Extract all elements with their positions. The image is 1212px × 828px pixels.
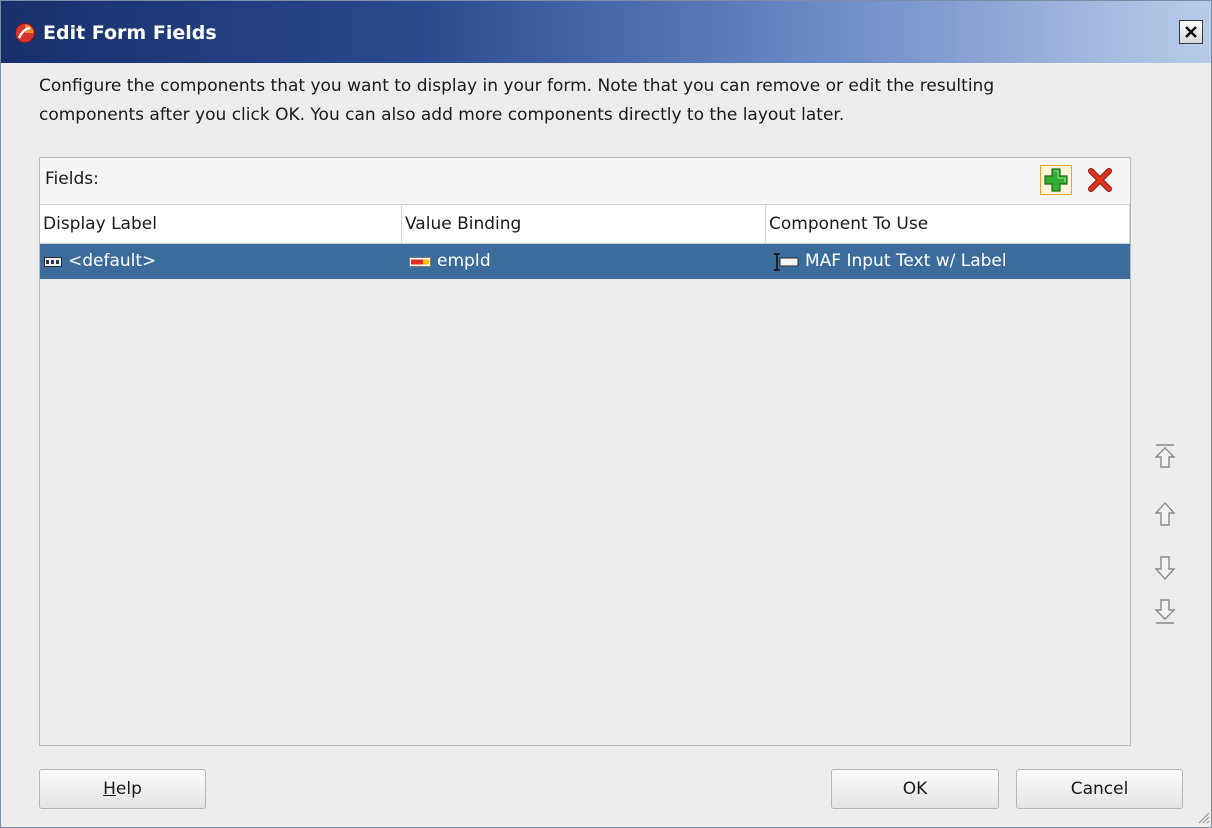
dialog-title: Edit Form Fields xyxy=(43,22,217,44)
input-text-icon xyxy=(774,252,799,271)
xyz-label-icon xyxy=(44,256,62,267)
component-cell[interactable]: MAF Input Text w/ Label xyxy=(771,244,1007,279)
column-header-display-label[interactable]: Display Label xyxy=(40,205,402,243)
close-icon xyxy=(1185,26,1197,38)
oracle-jdeveloper-icon xyxy=(15,23,35,43)
move-to-top-button[interactable] xyxy=(1151,442,1179,470)
move-down-button[interactable] xyxy=(1151,554,1179,582)
attribute-icon xyxy=(409,256,431,267)
intro-line-2: components after you click OK. You can a… xyxy=(39,105,845,125)
table-row[interactable]: <default> empId MAF Input Text w/ Label xyxy=(40,244,1130,279)
move-up-icon xyxy=(1154,501,1176,526)
fields-toolbar: Fields: xyxy=(40,158,1130,205)
column-header-component-to-use[interactable]: Component To Use xyxy=(766,205,1130,243)
add-icon xyxy=(1044,168,1068,192)
edit-form-fields-dialog: Edit Form Fields Configure the component… xyxy=(0,0,1212,828)
display-label-cell[interactable]: <default> xyxy=(44,244,156,279)
cancel-button[interactable]: Cancel xyxy=(1016,769,1183,809)
add-field-button[interactable] xyxy=(1040,165,1072,195)
move-up-button[interactable] xyxy=(1151,500,1179,528)
help-mnemonic: H xyxy=(103,779,116,799)
value-binding-value: empId xyxy=(437,251,491,271)
move-to-bottom-button[interactable] xyxy=(1151,598,1179,626)
title-bar[interactable]: Edit Form Fields xyxy=(1,1,1211,63)
fields-label: Fields: xyxy=(45,169,99,189)
cancel-label: Cancel xyxy=(1070,779,1129,799)
intro-line-1: Configure the components that you want t… xyxy=(39,76,995,96)
move-down-icon xyxy=(1154,556,1176,581)
move-to-bottom-icon xyxy=(1154,599,1176,624)
display-label-value: <default> xyxy=(68,251,157,271)
intro-text: Configure the components that you want t… xyxy=(39,72,1179,130)
help-button[interactable]: Help xyxy=(39,769,206,809)
ok-button[interactable]: OK xyxy=(831,769,999,809)
component-value: MAF Input Text w/ Label xyxy=(805,251,1007,271)
delete-field-button[interactable] xyxy=(1084,165,1116,195)
ok-label: OK xyxy=(902,779,928,799)
close-button[interactable] xyxy=(1179,20,1203,44)
resize-grip-icon[interactable] xyxy=(1193,807,1211,825)
delete-icon xyxy=(1088,168,1112,192)
fields-table-panel: Fields: Display Label Value Binding Comp… xyxy=(39,157,1131,746)
column-header-value-binding[interactable]: Value Binding xyxy=(402,205,766,243)
table-header: Display Label Value Binding Component To… xyxy=(40,205,1130,244)
help-label-rest: elp xyxy=(115,779,142,799)
move-to-top-icon xyxy=(1154,444,1176,468)
value-binding-cell[interactable]: empId xyxy=(409,244,491,279)
